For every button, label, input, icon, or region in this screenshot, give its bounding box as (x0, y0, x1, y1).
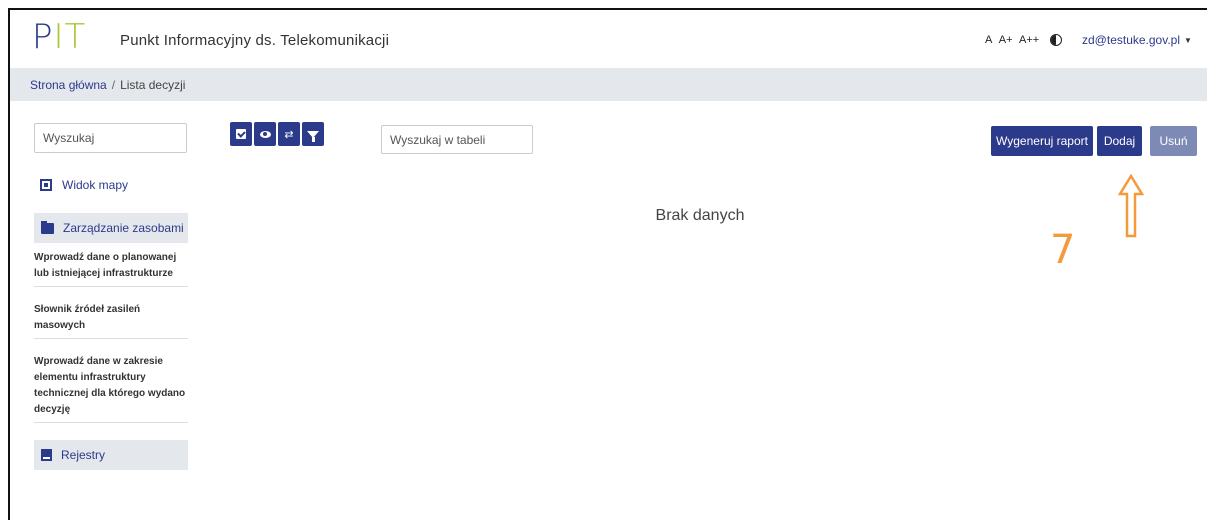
font-size-large[interactable]: A+ (999, 34, 1013, 46)
sidebar-section-label: Zarządzanie zasobami (63, 221, 184, 235)
sidebar-item-map-view[interactable]: Widok mapy (40, 178, 128, 192)
caret-down-icon: ▼ (1184, 36, 1192, 46)
breadcrumb: Strona główna / Lista decyzji (30, 78, 185, 92)
user-email: zd@testuke.gov.pl (1082, 33, 1181, 47)
sidebar-subitem-decision-elements[interactable]: Wprowadź dane w zakresie elementu infras… (34, 354, 188, 423)
user-menu[interactable]: zd@testuke.gov.pl ▼ (1082, 33, 1192, 47)
folder-icon (41, 220, 54, 234)
app-title: Punkt Informacyjny ds. Telekomunikacji (120, 32, 390, 49)
pit-logo[interactable]: PIT (32, 20, 86, 54)
breadcrumb-bar: Strona główna / Lista decyzji (10, 68, 1207, 101)
contrast-icon[interactable] (1050, 34, 1062, 46)
delete-button[interactable]: Usuń (1150, 126, 1197, 156)
checkbox-icon (236, 129, 246, 139)
breadcrumb-home-link[interactable]: Strona główna (30, 78, 107, 92)
generate-report-button[interactable]: Wygeneruj raport (991, 126, 1093, 156)
reorder-columns-button[interactable]: ⇄ (278, 122, 300, 146)
logo-letter-p: P (32, 17, 54, 57)
add-button[interactable]: Dodaj (1097, 126, 1142, 156)
swap-arrows-icon: ⇄ (284, 128, 294, 141)
column-visibility-button[interactable] (254, 122, 276, 146)
sidebar-subitem-infrastructure[interactable]: Wprowadź dane o planowanej lub istniejąc… (34, 250, 188, 287)
sidebar-item-label: Widok mapy (62, 178, 129, 192)
select-rows-button[interactable] (230, 122, 252, 146)
map-icon (40, 179, 52, 191)
annotation-arrow-icon (1118, 174, 1144, 238)
eye-icon (259, 130, 271, 138)
table-search-input[interactable]: Wyszukaj w tabeli (381, 125, 533, 154)
filter-icon (307, 130, 319, 142)
sidebar-section-registers[interactable]: Rejestry (34, 440, 188, 470)
sidebar-section-resources[interactable]: Zarządzanie zasobami (34, 213, 188, 243)
logo-letters-it: IT (53, 17, 87, 57)
font-size-larger[interactable]: A++ (1019, 34, 1039, 46)
filter-button[interactable] (302, 122, 324, 146)
sidebar-subitem-power-sources[interactable]: Słownik źródeł zasileń masowych (34, 302, 188, 339)
empty-table-message: Brak danych (655, 207, 745, 224)
font-size-normal[interactable]: A (985, 34, 992, 46)
header: PIT Punkt Informacyjny ds. Telekomunikac… (10, 10, 1207, 68)
annotation-step-number: 7 (1050, 227, 1076, 273)
book-icon (41, 449, 52, 461)
app-window: PIT Punkt Informacyjny ds. Telekomunikac… (8, 8, 1207, 520)
sidebar-section-label: Rejestry (61, 448, 106, 462)
breadcrumb-separator: / (111, 78, 116, 92)
breadcrumb-current: Lista decyzji (120, 78, 186, 92)
font-size-controls: A A+ A++ (985, 34, 1043, 46)
sidebar-search-input[interactable]: Wyszukaj (34, 123, 187, 153)
